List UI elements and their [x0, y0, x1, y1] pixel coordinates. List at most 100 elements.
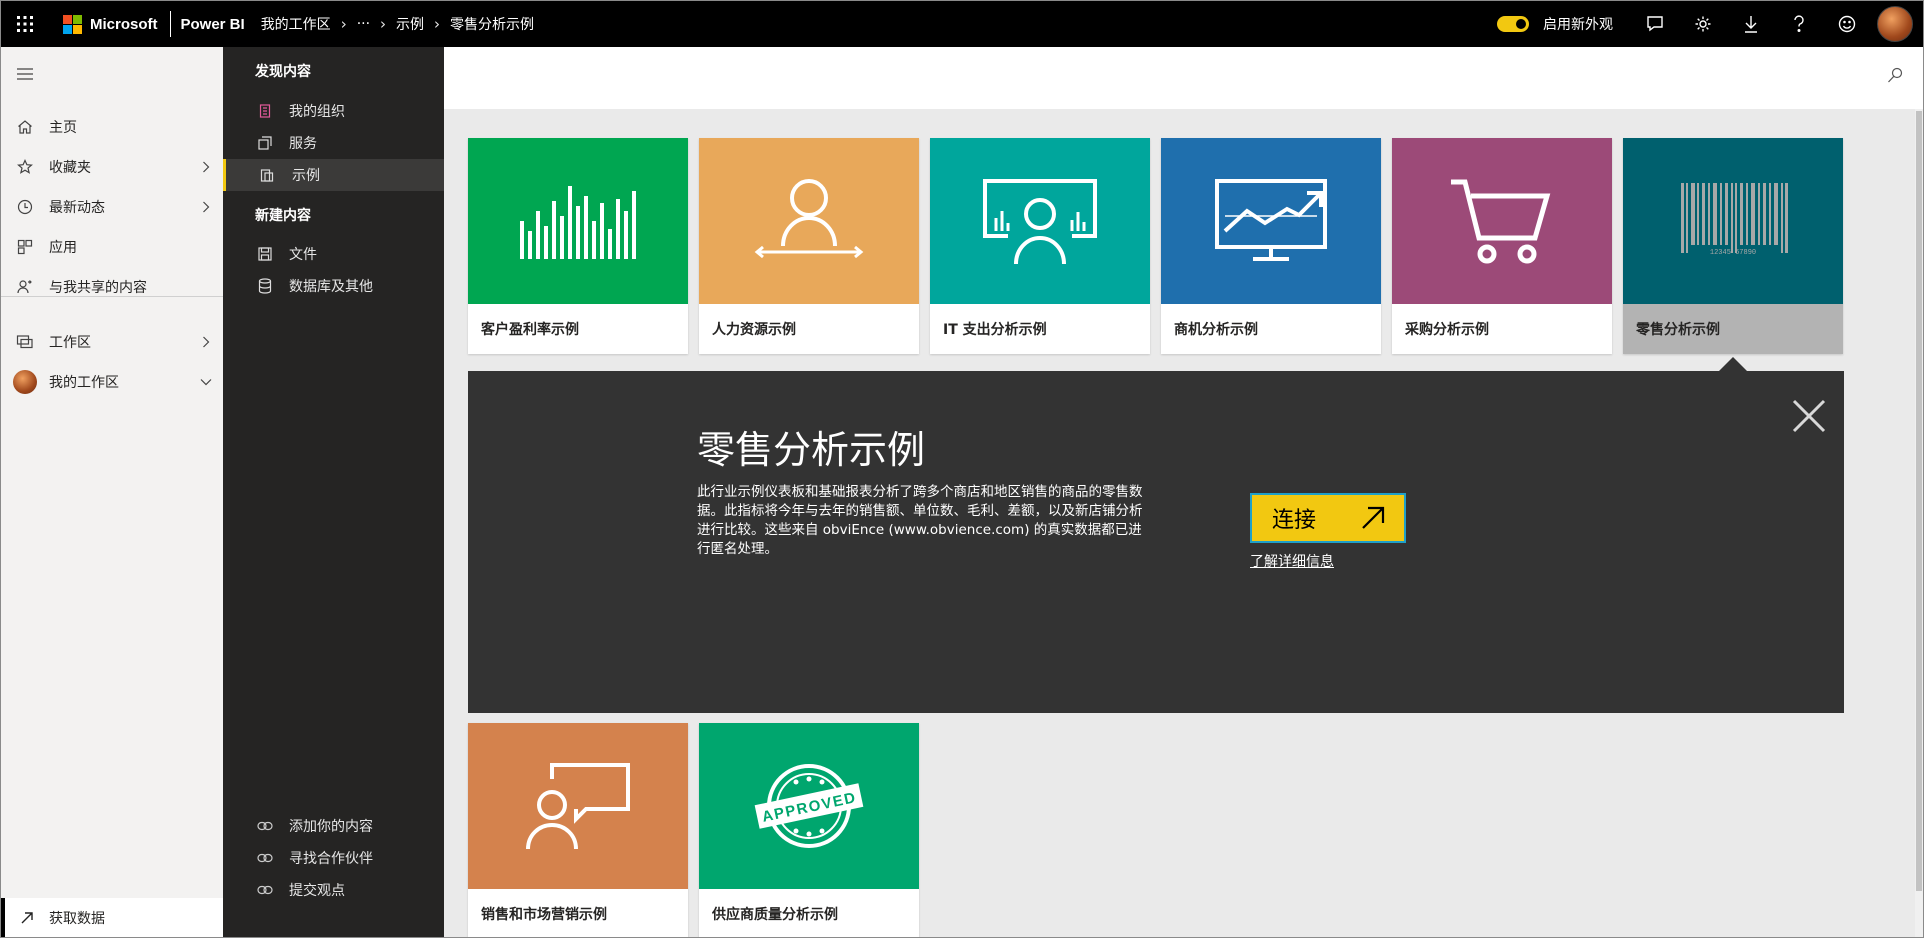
panel-item-find-partner[interactable]: 寻找合作伙伴 — [223, 842, 444, 874]
tile-art — [930, 138, 1150, 304]
product-name[interactable]: Power BI — [181, 16, 245, 33]
sample-tile-sales-marketing[interactable]: 销售和市场营销示例 — [468, 723, 688, 937]
tile-art — [699, 138, 919, 304]
app-launcher-icon[interactable] — [1, 1, 49, 47]
panel-item-label: 示例 — [292, 168, 320, 184]
nav-item-home[interactable]: 主页 — [1, 108, 223, 146]
sample-tile-procurement[interactable]: 采购分析示例 — [1392, 138, 1612, 354]
shared-icon — [1, 279, 49, 295]
panel-item-label: 文件 — [289, 247, 317, 263]
tile-art — [1392, 138, 1612, 304]
panel-item-label: 添加你的内容 — [289, 819, 373, 835]
feedback-icon[interactable] — [1631, 1, 1679, 47]
brand-label: Microsoft — [90, 15, 158, 33]
breadcrumb-ellipsis[interactable]: ··· — [357, 16, 370, 32]
chevron-down-icon[interactable] — [189, 378, 223, 386]
nav-item-favorites[interactable]: 收藏夹 — [1, 148, 223, 186]
link-icon — [223, 821, 289, 831]
chevron-right-icon[interactable] — [189, 201, 223, 213]
tile-caption: 客户盈利率示例 — [481, 322, 579, 338]
panel-item-label: 提交观点 — [289, 883, 345, 899]
tile-caption: 人力资源示例 — [712, 322, 796, 338]
panel-item-label: 我的组织 — [289, 104, 345, 120]
get-data-panel: 发现内容 我的组织 服务 示例 新建内容 文件 数据库及其他 添加你的内容 寻找… — [223, 47, 444, 937]
sample-tile-customer-profitability[interactable]: 客户盈利率示例 — [468, 138, 688, 354]
approved-stamp-icon: APPROVED — [754, 764, 864, 848]
detail-description: 此行业示例仪表板和基础报表分析了跨多个商店和地区销售的商品的零售数据。此指标将今… — [697, 484, 1143, 557]
panel-item-my-org[interactable]: 我的组织 — [223, 95, 444, 127]
download-icon[interactable] — [1727, 1, 1775, 47]
breadcrumb: 我的工作区 › ··· › 示例 › 零售分析示例 — [261, 14, 534, 34]
divider — [169, 11, 171, 37]
breadcrumb-my-workspace[interactable]: 我的工作区 — [261, 14, 331, 34]
connect-button[interactable]: 连接 — [1250, 493, 1406, 543]
presentation-icon — [983, 179, 1097, 265]
main-header — [444, 47, 1923, 109]
nav-item-label: 与我共享的内容 — [49, 280, 147, 296]
nav-item-workspaces[interactable]: 工作区 — [1, 323, 223, 361]
panel-item-samples[interactable]: 示例 — [223, 159, 444, 191]
scrollbar[interactable] — [1915, 109, 1923, 937]
services-icon — [223, 136, 289, 150]
panel-item-services[interactable]: 服务 — [223, 127, 444, 159]
learn-more-link[interactable]: 了解详细信息 — [1250, 551, 1334, 571]
help-icon[interactable] — [1775, 1, 1823, 47]
avatar — [13, 370, 37, 394]
gear-icon[interactable] — [1679, 1, 1727, 47]
chevron-right-icon[interactable] — [189, 336, 223, 348]
database-icon — [223, 278, 289, 294]
nav-item-recent[interactable]: 最新动态 — [1, 188, 223, 226]
tile-caption: 采购分析示例 — [1405, 322, 1489, 338]
chevron-right-icon: › — [380, 15, 387, 33]
top-bar: Microsoft Power BI 我的工作区 › ··· › 示例 › 零售… — [1, 1, 1923, 47]
nav-item-label: 最新动态 — [49, 200, 105, 216]
create-heading: 新建内容 — [255, 208, 311, 224]
avatar-wrapper — [1, 370, 49, 394]
get-data-button[interactable]: 获取数据 — [1, 898, 223, 937]
connect-label: 连接 — [1272, 508, 1317, 533]
divider — [1, 296, 223, 297]
panel-item-files[interactable]: 文件 — [223, 238, 444, 270]
panel-item-databases[interactable]: 数据库及其他 — [223, 270, 444, 302]
sample-tile-opportunity[interactable]: 商机分析示例 — [1161, 138, 1381, 354]
tile-caption: 供应商质量分析示例 — [712, 907, 838, 923]
panel-item-add-content[interactable]: 添加你的内容 — [223, 810, 444, 842]
close-icon[interactable] — [1790, 397, 1828, 435]
link-icon — [223, 885, 289, 895]
nav-item-shared[interactable]: 与我共享的内容 — [1, 268, 223, 306]
workspaces-icon — [1, 334, 49, 350]
nav-item-apps[interactable]: 应用 — [1, 228, 223, 266]
nav-hamburger[interactable] — [1, 55, 223, 93]
chevron-right-icon: › — [340, 15, 347, 33]
hamburger-icon[interactable] — [1, 68, 49, 80]
microsoft-logo[interactable]: Microsoft — [49, 1, 158, 47]
sample-tile-it-spend[interactable]: IT 支出分析示例 — [930, 138, 1150, 354]
star-icon — [1, 159, 49, 175]
top-right-actions: 启用新外观 — [1497, 1, 1923, 47]
scrollbar-thumb[interactable] — [1916, 111, 1922, 891]
nav-item-my-workspace[interactable]: 我的工作区 — [1, 363, 223, 401]
tile-caption: 销售和市场营销示例 — [481, 907, 607, 923]
sample-tile-supplier-quality[interactable]: APPROVED 供应商质量分析示例 — [699, 723, 919, 937]
smiley-icon[interactable] — [1823, 1, 1871, 47]
chevron-right-icon[interactable] — [189, 161, 223, 173]
avatar[interactable] — [1877, 6, 1913, 42]
main-content: 客户盈利率示例 人力资源示例 IT 支出分析示例 商机分析示例 采购分析示例 1… — [444, 47, 1923, 937]
barcode-icon: 12345 67890 — [1681, 183, 1788, 257]
search-icon[interactable] — [1887, 67, 1903, 89]
microsoft-logo-icon — [63, 14, 82, 34]
tile-caption: 商机分析示例 — [1174, 322, 1258, 338]
selection-pointer — [1719, 357, 1747, 371]
monitor-trend-icon — [1215, 179, 1327, 261]
tile-art: APPROVED — [699, 723, 919, 889]
apps-icon — [1, 239, 49, 255]
new-look-toggle[interactable] — [1497, 16, 1529, 32]
link-icon — [223, 853, 289, 863]
panel-item-submit-idea[interactable]: 提交观点 — [223, 874, 444, 906]
bar-chart-icon — [520, 186, 636, 259]
sample-tile-retail[interactable]: 12345 67890 零售分析示例 — [1623, 138, 1843, 354]
sample-tile-human-resources[interactable]: 人力资源示例 — [699, 138, 919, 354]
home-icon — [1, 119, 49, 135]
breadcrumb-samples[interactable]: 示例 — [396, 14, 424, 34]
detail-title: 零售分析示例 — [697, 428, 926, 472]
